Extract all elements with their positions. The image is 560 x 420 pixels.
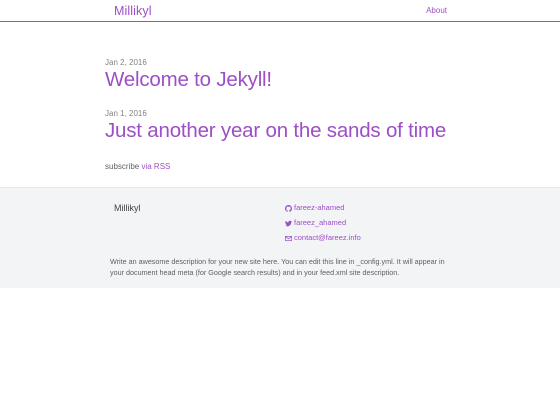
post-date: Jan 1, 2016 [105, 109, 147, 118]
twitter-username: fareez_ahamed [294, 218, 347, 227]
rss-prefix: subscribe [105, 162, 140, 171]
github-icon [285, 204, 292, 212]
post-title-link[interactable]: Just another year on the sands of time [105, 119, 446, 143]
post-date: Jan 2, 2016 [105, 58, 147, 67]
rss-subscribe: subscribe via RSS [105, 162, 170, 171]
github-username: fareez-ahamed [294, 203, 345, 212]
github-link[interactable]: fareez-ahamed [285, 203, 344, 213]
contact-list: fareez-ahamed fareez_ahamed contact@fare… [285, 203, 361, 248]
site-title-link[interactable]: Millikyl [114, 4, 152, 18]
site-footer: Millikyl fareez-ahamed fareez_ahamed con… [0, 187, 560, 288]
footer-heading: Millikyl [114, 203, 141, 213]
contact-item-twitter: fareez_ahamed [285, 218, 361, 233]
twitter-icon [285, 220, 292, 227]
twitter-link[interactable]: fareez_ahamed [285, 218, 346, 228]
email-address: contact@fareez.info [294, 233, 361, 242]
email-icon [285, 235, 292, 242]
contact-item-github: fareez-ahamed [285, 203, 361, 218]
site-description: Write an awesome description for your ne… [110, 257, 445, 277]
site-header: Millikyl About [0, 0, 560, 22]
nav-link-about[interactable]: About [426, 6, 447, 15]
contact-item-email: contact@fareez.info [285, 233, 361, 248]
rss-link[interactable]: via RSS [141, 162, 170, 171]
email-link[interactable]: contact@fareez.info [285, 233, 361, 243]
post-title-link[interactable]: Welcome to Jekyll! [105, 68, 272, 92]
post-item: Jan 2, 2016 Welcome to Jekyll! [105, 58, 272, 92]
post-item: Jan 1, 2016 Just another year on the san… [105, 109, 446, 143]
